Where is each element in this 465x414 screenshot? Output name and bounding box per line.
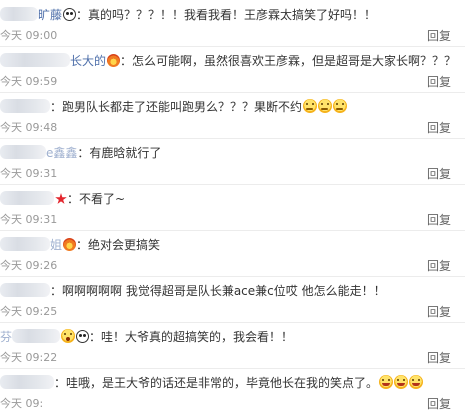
laugh-emoji-icon xyxy=(394,375,409,389)
reply-button[interactable]: 回复 xyxy=(427,259,451,273)
comment-time: 今天 09:25 xyxy=(0,305,58,318)
avatar-name-blur xyxy=(0,375,54,389)
user-name[interactable]: 芬 xyxy=(0,330,12,344)
comment-time: 今天 09:00 xyxy=(0,29,58,42)
comment-item: ：跑男队长都走了还能叫跑男么？？？果断不约 今天 09:48 回复 xyxy=(0,92,465,139)
user-name[interactable]: e鑫鑫 xyxy=(46,146,77,160)
comment-item: ：哇哦，是王大爷的话还是非常的，毕竟他长在我的笑点了。 今天 09: 回复 xyxy=(0,368,465,414)
avatar-name-blur xyxy=(0,53,70,67)
reply-button[interactable]: 回复 xyxy=(427,351,451,365)
sweat-emoji-icon xyxy=(303,99,318,113)
comment-text: 哇哦，是王大爷的话还是非常的，毕竟他长在我的笑点了。 xyxy=(66,376,379,390)
comment-time: 今天 09:48 xyxy=(0,121,58,134)
reply-button[interactable]: 回复 xyxy=(427,167,451,181)
comment-text: 真的吗？？？！！我看我看！王彦霖太搞笑了好吗！！ xyxy=(88,8,377,22)
comment-item: ：啊啊啊啊啊 我觉得超哥是队长兼ace兼c位哎 他怎么能走！！ 今天 09:25… xyxy=(0,276,465,323)
comment-text: 啊啊啊啊啊 我觉得超哥是队长兼ace兼c位哎 他怎么能走！！ xyxy=(62,284,386,298)
comment-time: 今天 09:22 xyxy=(0,351,58,364)
comment-item: 芬：哇！大爷真的超搞笑的，我会看！！ 今天 09:22 回复 xyxy=(0,322,465,369)
avatar-name-blur xyxy=(0,99,50,113)
comment-list: 旷藤 ：真的吗？？？！！我看我看！王彦霖太搞笑了好吗！！ 今天 09:00 回复 … xyxy=(0,0,465,414)
fire-badge-icon xyxy=(107,54,121,67)
avatar-name-blur xyxy=(0,283,50,297)
comment-text: 绝对会更搞笑 xyxy=(88,238,161,252)
comment-item: ：不看了~ 今天 09:31 回复 xyxy=(0,184,465,231)
comment-item: e鑫鑫：有鹿晗就行了 今天 09:31 回复 xyxy=(0,138,465,185)
reply-button[interactable]: 回复 xyxy=(427,213,451,227)
reply-button[interactable]: 回复 xyxy=(427,75,451,89)
reply-button[interactable]: 回复 xyxy=(427,29,451,43)
avatar-name-blur xyxy=(0,191,54,205)
avatar-name-blur xyxy=(0,237,50,251)
comment-item: 长大的 ：怎么可能啊，虽然很喜欢王彦霖，但是超哥是大家长啊？？？ 今天 09:59… xyxy=(0,46,465,93)
user-name[interactable]: 姐 xyxy=(50,238,62,252)
comment-text: 有鹿晗就行了 xyxy=(89,146,162,160)
comment-text: 跑男队长都走了还能叫跑男么？？？果断不约 xyxy=(62,100,303,114)
laugh-emoji-icon xyxy=(409,375,424,389)
comment-time: 今天 09:31 xyxy=(0,167,58,180)
comment-text: 不看了~ xyxy=(79,192,126,206)
wow-emoji-icon xyxy=(61,329,76,343)
panda-emoji-icon xyxy=(63,8,77,21)
user-name[interactable]: 长大的 xyxy=(70,54,106,68)
sweat-emoji-icon xyxy=(318,99,333,113)
comment-text: 怎么可能啊，虽然很喜欢王彦霖，但是超哥是大家长啊？？？ xyxy=(132,54,457,68)
user-name[interactable]: 旷藤 xyxy=(38,8,62,22)
avatar-name-blur xyxy=(0,145,46,159)
comment-text: 哇！大爷真的超搞笑的，我会看！！ xyxy=(101,330,294,344)
laugh-emoji-icon xyxy=(379,375,394,389)
fire-badge-icon xyxy=(63,238,77,251)
panda-emoji-icon xyxy=(76,330,90,343)
comment-time: 今天 09:59 xyxy=(0,75,58,88)
avatar-name-blur xyxy=(12,329,61,343)
reply-button[interactable]: 回复 xyxy=(427,397,451,411)
avatar-name-blur xyxy=(0,7,38,21)
comment-time: 今天 09:31 xyxy=(0,213,58,226)
reply-button[interactable]: 回复 xyxy=(427,121,451,135)
sweat-emoji-icon xyxy=(333,99,348,113)
comment-item: 旷藤 ：真的吗？？？！！我看我看！王彦霖太搞笑了好吗！！ 今天 09:00 回复 xyxy=(0,0,465,47)
reply-button[interactable]: 回复 xyxy=(427,305,451,319)
comment-item: 姐：绝对会更搞笑 今天 09:26 回复 xyxy=(0,230,465,277)
red-star-icon xyxy=(55,193,67,204)
comment-time: 今天 09: xyxy=(0,397,44,410)
comment-time: 今天 09:26 xyxy=(0,259,58,272)
